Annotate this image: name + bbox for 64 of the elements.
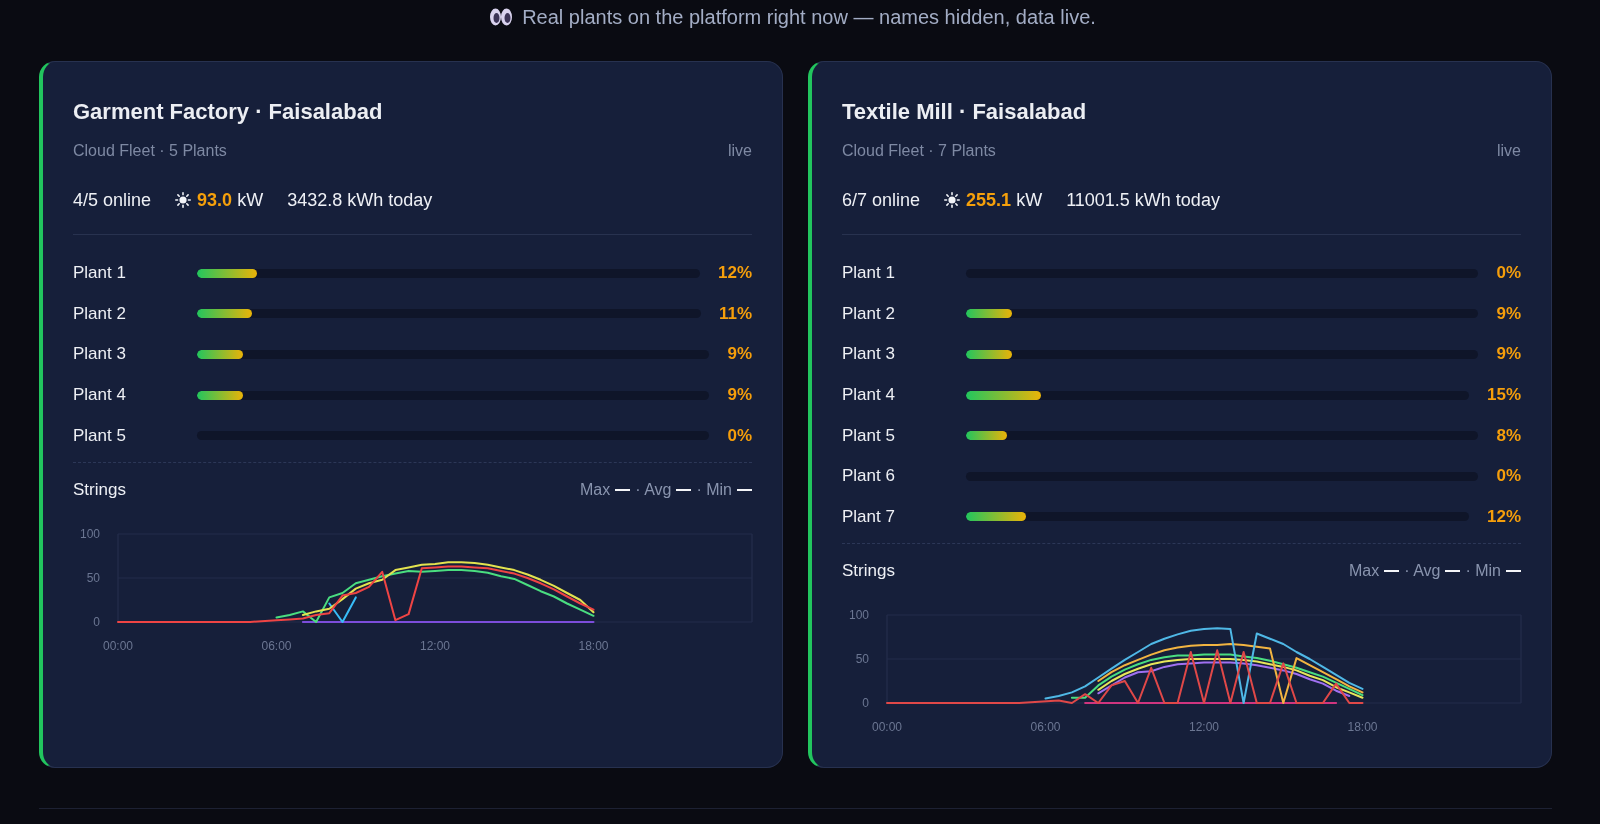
status-label: live (1497, 141, 1521, 161)
legend-label: · Min (1465, 562, 1501, 581)
legend-label: Max (1349, 562, 1380, 581)
axis-tick-label: 100 (848, 608, 869, 623)
plant-name: Plant 4 (73, 385, 127, 406)
legend-line-icon (676, 488, 692, 491)
plant-name: Plant 3 (842, 344, 896, 365)
card-subtitle: Cloud Fleet · 7 Plants (842, 141, 996, 161)
axis-tick-label: 06:00 (1030, 720, 1061, 735)
axis-tick-label: 00:00 (872, 720, 902, 735)
plant-name: Plant 4 (842, 385, 896, 406)
percent-value: 0% (1496, 263, 1521, 284)
percent-value: 8% (1496, 425, 1521, 446)
eyes-icon (489, 8, 514, 26)
status-label: live (728, 141, 752, 161)
axis-tick-label: 18:00 (1347, 720, 1378, 735)
sun-icon (175, 192, 192, 208)
axis-tick-label: 0 (93, 614, 100, 629)
card-title: Garment Factory · Faisalabad (73, 98, 384, 126)
axis-tick-label: 50 (855, 652, 869, 667)
card-title: Textile Mill · Faisalabad (842, 98, 1088, 126)
online-count: 4/5 online (73, 189, 152, 212)
plant-name: Plant 7 (842, 506, 896, 527)
card-subtitle: Cloud Fleet · 5 Plants (73, 141, 227, 161)
percent-value: 15% (1486, 385, 1521, 406)
section-title: Strings (73, 479, 126, 500)
percent-value: 0% (1496, 466, 1521, 487)
plant-name: Plant 1 (73, 263, 127, 284)
legend-label: · Avg (1404, 562, 1441, 581)
percent-value: 11% (718, 303, 752, 324)
caption-text: Real plants on the platform right now — names hidden, data live. (522, 5, 1096, 29)
legend-label: · Min (696, 480, 732, 499)
plant-name: Plant 3 (73, 344, 127, 365)
percent-value: 12% (717, 263, 752, 284)
axis-tick-label: 50 (86, 570, 100, 585)
plant-name: Plant 6 (842, 466, 896, 487)
energy-today: 11001.5 kWh today (1066, 189, 1220, 212)
plant-name: Plant 5 (842, 425, 896, 446)
legend-label: Max (580, 480, 611, 499)
percent-value: 9% (727, 344, 752, 365)
axis-tick-label: 0 (862, 696, 869, 711)
power-reading: 93.0 kW (197, 189, 264, 212)
percent-value: 9% (727, 385, 752, 406)
percent-value: 9% (1496, 303, 1521, 324)
online-count: 6/7 online (842, 189, 921, 212)
percent-value: 12% (1486, 506, 1521, 527)
legend-line-icon (1445, 570, 1461, 573)
sun-icon (944, 192, 961, 208)
energy-today: 3432.8 kWh today (287, 189, 433, 212)
plant-name: Plant 1 (842, 263, 896, 284)
legend-line-icon (615, 488, 631, 491)
legend-line-icon (1506, 570, 1521, 573)
legend-line-icon (1384, 570, 1400, 573)
axis-tick-label: 100 (79, 526, 100, 541)
plant-name: Plant 2 (73, 303, 127, 324)
power-reading: 255.1 kW (966, 189, 1043, 212)
axis-tick-label: 12:00 (1189, 720, 1219, 735)
legend-label: · Avg (635, 480, 672, 499)
legend-line-icon (737, 488, 752, 491)
plant-name: Plant 2 (842, 303, 896, 324)
section-title: Strings (842, 561, 895, 582)
plant-name: Plant 5 (73, 425, 127, 446)
percent-value: 0% (727, 425, 752, 446)
percent-value: 9% (1496, 344, 1521, 365)
